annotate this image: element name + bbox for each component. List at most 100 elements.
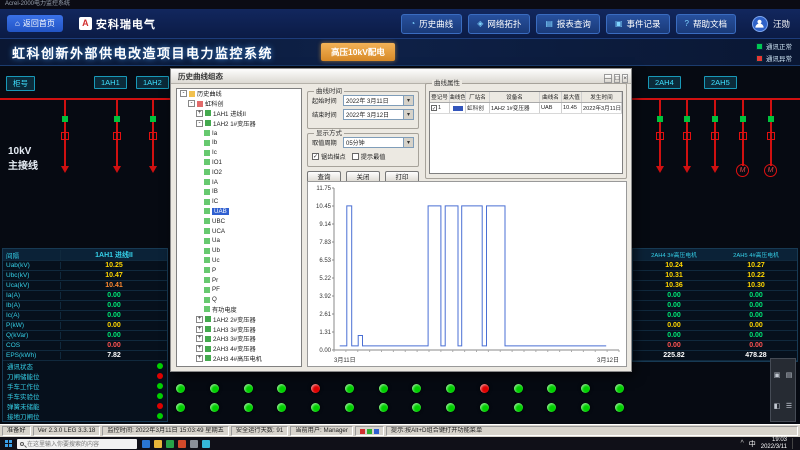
input-language-indicator[interactable]: 中 [749, 439, 756, 449]
tree-item[interactable]: +1AH2 2#变压器 [177, 314, 301, 324]
table-cell: 虹科创 [466, 103, 490, 113]
tree-item[interactable]: -1AH2 1#变压器 [177, 118, 301, 128]
nav-report-query[interactable]: ▤报表查询 [536, 14, 600, 34]
tree-item[interactable]: -虹科创 [177, 99, 301, 109]
measure-value: 0.00 [715, 302, 797, 309]
row-checkbox[interactable]: ✓ [431, 105, 437, 111]
tree-expander-icon[interactable]: - [196, 120, 203, 127]
jagged-points-checkbox[interactable]: ✓ 锯齿描点 [312, 152, 346, 161]
tree-item[interactable]: PF [177, 285, 301, 295]
end-date-select[interactable]: 2022年 3月12日 [343, 109, 414, 120]
taskbar-app-icon[interactable] [142, 440, 150, 448]
statusbar-segment: 当前用户: Manager [290, 426, 353, 436]
taskbar-app-icon[interactable] [190, 440, 198, 448]
measure-row: COS0.00 [3, 341, 167, 351]
clock[interactable]: 19:03 2022/3/11 [761, 437, 787, 449]
show-max-checkbox[interactable]: 提示最值 [352, 152, 386, 161]
cabinet-label[interactable]: 2AH4 [648, 76, 681, 89]
dialog-minimize-button[interactable]: — [604, 74, 613, 83]
toolbar-icon[interactable]: ◧ [774, 402, 781, 410]
cabinet-label[interactable]: 1AH2 [136, 76, 169, 89]
tree-expander-icon[interactable]: - [188, 100, 195, 107]
tree-item[interactable]: Pr [177, 275, 301, 285]
user-menu[interactable]: 汪勋 [752, 16, 790, 32]
nav-event-record[interactable]: ▣事件记录 [606, 14, 670, 34]
tree-item[interactable]: +2AH3 3#变压器 [177, 334, 301, 344]
svg-text:7.83: 7.83 [319, 240, 331, 246]
dialog-maximize-button[interactable]: □ [614, 74, 620, 83]
measure-value: 0.00 [633, 332, 715, 339]
tree-item[interactable]: P [177, 265, 301, 275]
tree-item[interactable]: Q [177, 295, 301, 305]
nav-help-doc[interactable]: ?帮助文档 [676, 14, 736, 34]
taskbar-app-icon[interactable] [154, 440, 162, 448]
tree-expander-icon[interactable]: - [180, 90, 187, 97]
tree-item[interactable]: IC [177, 197, 301, 207]
toolbar-icon[interactable]: ▤ [786, 371, 793, 379]
tree-item-label: Q [212, 296, 217, 303]
motor-icon: M [764, 164, 777, 177]
tree-item[interactable]: IB [177, 187, 301, 197]
tree-item[interactable]: IA [177, 177, 301, 187]
start-button-icon[interactable] [5, 440, 12, 447]
tree-item[interactable]: Ib [177, 138, 301, 148]
nav-network-topology[interactable]: ◈网络拓扑 [468, 14, 530, 34]
tree-item[interactable]: Ua [177, 236, 301, 246]
status-dot [157, 373, 163, 379]
indicator-dot [210, 384, 219, 393]
cabinet-label[interactable]: 柜号 [6, 76, 35, 91]
tree-expander-icon[interactable]: + [196, 345, 203, 352]
section-tab-hv10kv[interactable]: 高压10kV配电 [321, 43, 395, 61]
indicator-dot [412, 403, 421, 412]
tree-item[interactable]: UBC [177, 216, 301, 226]
tree-item[interactable]: IO2 [177, 167, 301, 177]
cabinet-label[interactable]: 2AH5 [704, 76, 737, 89]
svg-text:3.92: 3.92 [319, 294, 331, 300]
search-placeholder: 在这里输入你要搜索的内容 [27, 439, 99, 448]
tree-item[interactable]: +1AH3 3#变压器 [177, 324, 301, 334]
tree-expander-icon[interactable]: + [196, 316, 203, 323]
tree-expander-icon[interactable]: + [196, 110, 203, 117]
cabinet-label[interactable]: 1AH1 [94, 76, 127, 89]
tree-item[interactable]: +2AH3 4#高压电机 [177, 354, 301, 364]
home-button[interactable]: ⌂ 返回首页 [7, 15, 63, 32]
tree-item[interactable]: UAB [177, 207, 301, 217]
tree-item[interactable]: +1AH1 进线II [177, 109, 301, 119]
period-select[interactable]: 05分钟 [343, 137, 414, 148]
toolbar-icon[interactable]: ☰ [786, 402, 792, 410]
tree-item[interactable]: +2AH3 4#变压器 [177, 344, 301, 354]
start-date-select[interactable]: 2022年 3月11日 [343, 95, 414, 106]
taskbar-search-input[interactable]: 在这里输入你要搜索的内容 [17, 439, 137, 449]
tree-expander-icon[interactable]: + [196, 355, 203, 362]
tree-item[interactable]: Uc [177, 256, 301, 266]
tree-item[interactable]: Ic [177, 148, 301, 158]
curve-time-group-title: 曲线时间 [314, 88, 344, 96]
show-desktop-button[interactable] [792, 438, 795, 449]
window-titlebar: Acrel-2000电力监控系统 [0, 0, 800, 9]
tree-item[interactable]: 有功电度 [177, 305, 301, 315]
measure-value: 0.00 [715, 322, 797, 329]
tree-item-label: Ua [212, 237, 220, 244]
tree-item[interactable]: Ia [177, 128, 301, 138]
taskbar-app-icon[interactable] [202, 440, 210, 448]
tree-item-label: Uc [212, 257, 220, 264]
taskbar-app-icon[interactable] [178, 440, 186, 448]
tray-expand-icon[interactable]: ^ [740, 440, 743, 447]
tree-item[interactable]: Ub [177, 246, 301, 256]
nav-history-curve[interactable]: ◔历史曲线 [401, 14, 462, 34]
measure-row: 10.2410.27 [633, 261, 797, 271]
dialog-close-button[interactable]: × [622, 74, 628, 83]
taskbar-app-icon[interactable] [166, 440, 174, 448]
tree-item[interactable]: UCA [177, 226, 301, 236]
param-icon [204, 189, 210, 195]
curve-series-UAB [340, 206, 607, 346]
param-icon [204, 267, 210, 273]
measure-label: COS [3, 342, 61, 349]
tree-item[interactable]: -历史曲线 [177, 89, 301, 99]
tree-item[interactable]: IO1 [177, 158, 301, 168]
table-row[interactable]: ✓1虹科创1AH2 1#变压器UAB10.452022年3月11日13时 [430, 103, 622, 114]
tree-expander-icon[interactable]: + [196, 326, 203, 333]
toolbar-icon[interactable]: ▣ [774, 371, 781, 379]
dialog-titlebar[interactable]: 历史曲线组态 —□× [171, 69, 631, 84]
tree-expander-icon[interactable]: + [196, 335, 203, 342]
